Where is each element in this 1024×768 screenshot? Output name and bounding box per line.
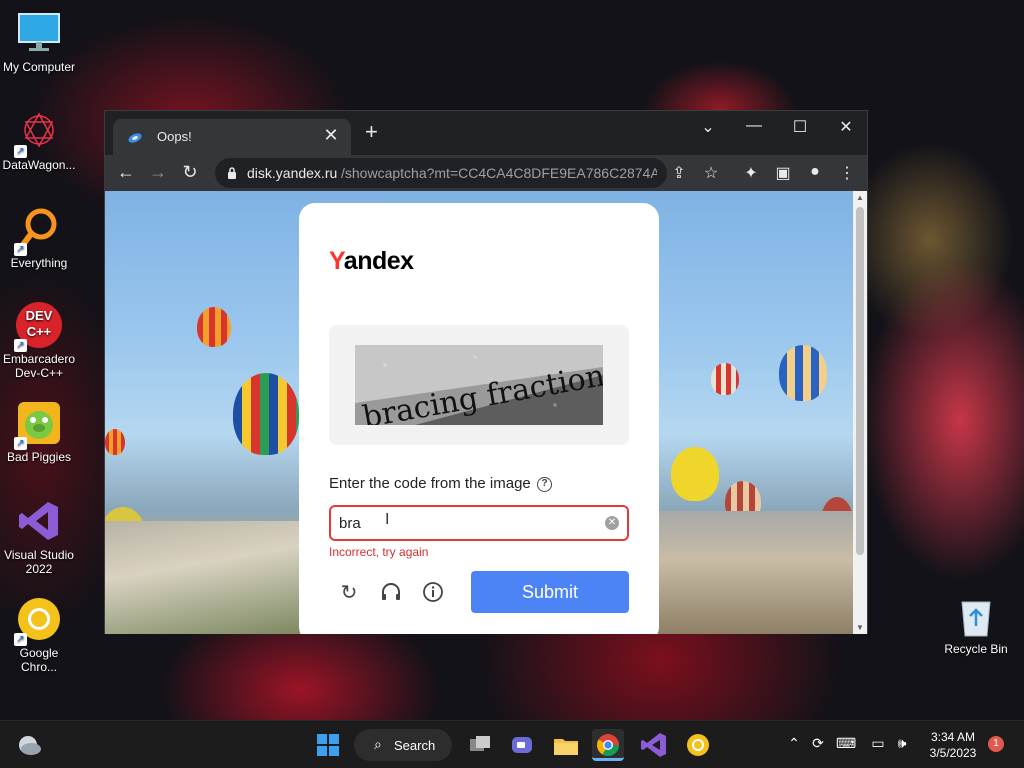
bad-piggies-icon: ↗ xyxy=(14,400,62,450)
recycle-bin-icon xyxy=(956,596,996,638)
recycle-bin-label: Recycle Bin xyxy=(944,642,1008,656)
devcpp-icon: DEV C++ ↗ xyxy=(14,302,62,352)
monitor-icon xyxy=(16,10,62,56)
datawagon-icon: ↗ xyxy=(14,108,62,158)
text-cursor-icon: I xyxy=(385,511,390,528)
start-windows-icon[interactable] xyxy=(312,729,344,761)
reload-icon[interactable]: ↻ xyxy=(179,162,201,182)
chrome-taskbar-icon[interactable] xyxy=(592,729,624,761)
lock-icon xyxy=(227,166,237,179)
url-host: disk.yandex.ru xyxy=(247,165,338,181)
captcha-card: Yandex bracing fraction Enter the code f… xyxy=(299,203,659,634)
clock-date: 3/5/2023 xyxy=(929,746,977,760)
address-bar[interactable]: disk.yandex.ru /showcaptcha?mt=CC4CA4C8D… xyxy=(215,158,667,188)
captcha-image-container: bracing fraction xyxy=(329,325,629,445)
page-scrollbar[interactable]: ▲ ▼ xyxy=(853,191,867,634)
yandex-disk-favicon-icon xyxy=(127,129,143,145)
help-question-icon[interactable]: ? xyxy=(537,477,552,492)
taskbar-search[interactable]: ⌕ Search xyxy=(354,729,452,761)
scrollbar-thumb[interactable] xyxy=(856,207,864,555)
scroll-up-arrow-icon[interactable]: ▲ xyxy=(853,193,867,202)
desktop-icon-devcpp[interactable]: DEV C++ ↗ Embarcadero Dev-C++ xyxy=(0,302,78,380)
everything-search-icon: ↗ xyxy=(14,206,62,256)
desktop-icon-everything[interactable]: ↗ Everything xyxy=(0,206,78,270)
teams-chat-icon[interactable] xyxy=(506,729,538,761)
profile-icon[interactable]: ● xyxy=(805,163,825,181)
desktop-icon-visual-studio[interactable]: Visual Studio 2022 xyxy=(0,498,78,576)
share-icon[interactable]: ⇪ xyxy=(669,163,689,183)
info-icon[interactable] xyxy=(421,581,445,605)
shortcut-arrow-icon: ↗ xyxy=(14,145,27,158)
error-message: Incorrect, try again xyxy=(329,545,429,559)
volume-icon[interactable]: 🕪 xyxy=(892,735,912,752)
clock-time: 3:34 AM xyxy=(930,730,976,744)
desktop-icon-label: Visual Studio 2022 xyxy=(4,548,74,576)
tab-oops[interactable]: Oops! ✕ xyxy=(113,119,351,155)
weather-widget-icon[interactable] xyxy=(12,729,44,761)
chrome-canary-taskbar-icon[interactable] xyxy=(682,729,714,761)
side-panel-icon[interactable]: ▣ xyxy=(773,163,793,183)
notification-badge[interactable]: 1 xyxy=(988,736,1004,752)
scroll-down-arrow-icon[interactable]: ▼ xyxy=(853,623,867,632)
maximize-button[interactable]: ☐ xyxy=(785,117,815,137)
url-path: /showcaptcha?mt=CC4CA4C8DFE9EA786C2874AB… xyxy=(341,165,657,181)
tab-close-icon[interactable]: ✕ xyxy=(321,125,341,146)
captcha-prompt: Enter the code from the image xyxy=(329,475,531,492)
bookmark-star-icon[interactable]: ☆ xyxy=(701,163,721,183)
desktop-icon-google-chrome[interactable]: ↗ Google Chro... xyxy=(0,596,78,674)
visual-studio-taskbar-icon[interactable] xyxy=(638,729,670,761)
kebab-menu-icon[interactable]: ⋮ xyxy=(837,163,857,183)
taskbar-search-label: Search xyxy=(394,738,436,753)
desktop-icon-recycle-bin[interactable]: Recycle Bin xyxy=(940,596,1012,656)
page-content: Yandex bracing fraction Enter the code f… xyxy=(105,191,867,634)
shortcut-arrow-icon: ↗ xyxy=(14,437,27,450)
system-clock[interactable]: 3:34 AM 3/5/2023 xyxy=(918,729,988,761)
search-icon: ⌕ xyxy=(374,736,382,752)
captcha-code-input[interactable]: bra I ✕ xyxy=(329,505,629,541)
close-window-button[interactable]: ✕ xyxy=(831,117,861,137)
captcha-image: bracing fraction xyxy=(355,345,603,425)
desktop-icon-label: Everything xyxy=(10,256,68,270)
taskbar: ⌕ Search ⌃ ⟳ ⌨ ▭ 🕪 3:34 AM 3/5/2023 1 xyxy=(0,720,1024,768)
shortcut-arrow-icon: ↗ xyxy=(14,243,27,256)
desktop-icon-my-computer[interactable]: My Computer xyxy=(0,10,78,74)
tab-search-dropdown-icon[interactable]: ⌄ xyxy=(693,117,723,137)
new-tab-button[interactable]: + xyxy=(365,121,378,143)
desktop-icon-label: Embarcadero Dev-C++ xyxy=(2,352,76,380)
tab-strip: Oops! ✕ + ⌄ — ☐ ✕ xyxy=(105,111,867,155)
chrome-icon: ↗ xyxy=(14,596,62,646)
back-arrow-icon[interactable]: ← xyxy=(115,162,137,182)
captcha-input-value: bra xyxy=(339,515,361,532)
minimize-button[interactable]: — xyxy=(739,117,769,135)
desktop-icon-bad-piggies[interactable]: ↗ Bad Piggies xyxy=(0,400,78,464)
clear-input-icon[interactable]: ✕ xyxy=(605,516,619,530)
desktop-icon-datawagon[interactable]: ↗ DataWagon... xyxy=(0,108,78,172)
desktop-icon-label: DataWagon... xyxy=(2,158,76,172)
desktop-icon-label: Google Chro... xyxy=(19,646,59,674)
desktop: My Computer ↗ DataWagon... ↗ Everything … xyxy=(0,0,1024,720)
show-hidden-icons-chevron-icon[interactable]: ⌃ xyxy=(784,735,804,752)
refresh-captcha-icon[interactable]: ↻ xyxy=(337,581,361,605)
file-explorer-icon[interactable] xyxy=(550,729,582,761)
visual-studio-icon xyxy=(16,498,62,544)
keyboard-icon[interactable]: ⌨ xyxy=(836,735,856,752)
forward-arrow-icon[interactable]: → xyxy=(147,162,169,182)
task-view-icon[interactable] xyxy=(464,729,496,761)
shortcut-arrow-icon: ↗ xyxy=(14,339,27,352)
network-icon[interactable]: ▭ xyxy=(868,735,888,752)
audio-captcha-headphones-icon[interactable] xyxy=(379,581,403,605)
sync-status-icon[interactable]: ⟳ xyxy=(808,735,828,752)
shortcut-arrow-icon: ↗ xyxy=(14,633,27,646)
browser-toolbar: ← → ↻ disk.yandex.ru /showcaptcha?mt=CC4… xyxy=(105,155,867,191)
extensions-puzzle-icon[interactable]: ✦ xyxy=(741,163,761,183)
tab-title: Oops! xyxy=(157,129,192,144)
desktop-icon-label: Bad Piggies xyxy=(6,450,72,464)
submit-button[interactable]: Submit xyxy=(471,571,629,613)
desktop-icon-label: My Computer xyxy=(2,60,76,74)
browser-window: Oops! ✕ + ⌄ — ☐ ✕ ← → ↻ disk.yandex.ru /… xyxy=(104,110,868,634)
yandex-logo: Yandex xyxy=(329,247,414,275)
